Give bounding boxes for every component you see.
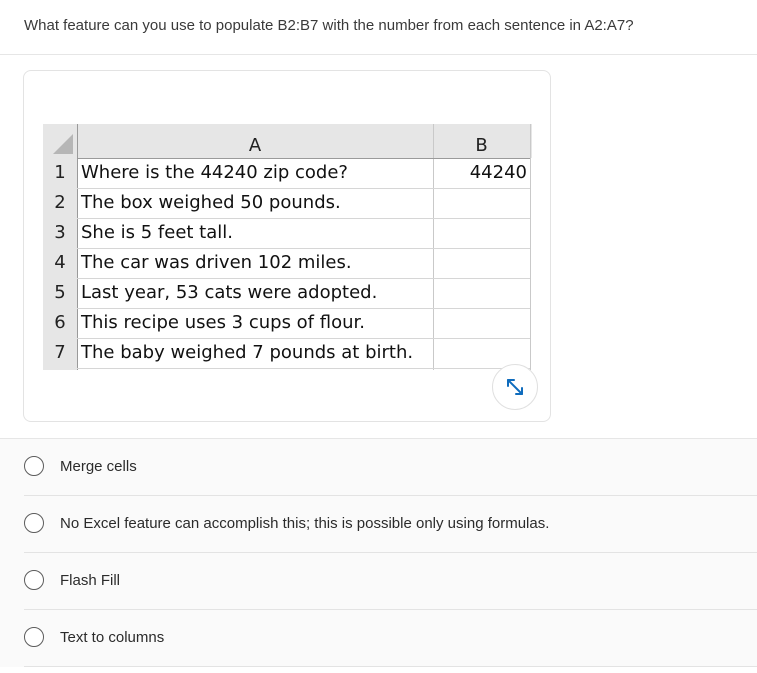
expand-image-button[interactable] xyxy=(492,364,538,410)
answer-option-text-to-columns[interactable]: Text to columns xyxy=(0,610,757,667)
answer-option-merge-cells[interactable]: Merge cells xyxy=(0,439,757,496)
cell-b2 xyxy=(433,188,527,218)
cell-a1: Where is the 44240 zip code? xyxy=(81,162,348,183)
row-number: 5 xyxy=(54,282,66,303)
radio-button[interactable] xyxy=(24,456,44,476)
row-number: 3 xyxy=(54,222,66,243)
cell-a4: The car was driven 102 miles. xyxy=(81,252,352,273)
divider xyxy=(24,666,757,667)
corner-triangle-icon xyxy=(53,134,73,154)
row-number: 7 xyxy=(54,342,66,363)
column-header-a: A xyxy=(248,135,262,156)
cell-b1: 44240 xyxy=(469,162,527,183)
cell-b5 xyxy=(433,278,527,308)
grid-line xyxy=(77,368,530,369)
row-number: 2 xyxy=(54,192,66,213)
cell-b3 xyxy=(433,218,527,248)
cell-a7: The baby weighed 7 pounds at birth. xyxy=(81,342,414,363)
radio-button[interactable] xyxy=(24,570,44,590)
radio-button[interactable] xyxy=(24,627,44,647)
divider xyxy=(0,54,757,55)
option-label: No Excel feature can accomplish this; th… xyxy=(60,515,550,532)
cell-a6: This recipe uses 3 cups of flour. xyxy=(81,312,365,333)
row-number: 6 xyxy=(54,312,66,333)
cell-a3: She is 5 feet tall. xyxy=(81,222,233,243)
question-text: What feature can you use to populate B2:… xyxy=(24,17,634,34)
cell-b6 xyxy=(433,308,527,338)
cell-b4 xyxy=(433,248,527,278)
cell-a2: The box weighed 50 pounds. xyxy=(81,192,341,213)
answer-option-flash-fill[interactable]: Flash Fill xyxy=(0,553,757,610)
option-label: Text to columns xyxy=(60,629,165,646)
grid-line xyxy=(530,124,531,370)
spreadsheet-image: A B 1 Where is the 44240 zip code? 44240… xyxy=(43,124,532,370)
select-all-corner xyxy=(43,124,77,158)
cell-a5: Last year, 53 cats were adopted. xyxy=(81,282,378,303)
expand-arrows-icon xyxy=(507,379,523,395)
grid-line xyxy=(77,124,78,370)
row-number: 4 xyxy=(54,252,66,273)
column-header-b: B xyxy=(475,135,488,156)
option-label: Merge cells xyxy=(60,458,137,475)
radio-button[interactable] xyxy=(24,513,44,533)
answer-option-formulas-only[interactable]: No Excel feature can accomplish this; th… xyxy=(0,496,757,553)
option-label: Flash Fill xyxy=(60,572,121,589)
row-number: 1 xyxy=(54,162,66,183)
